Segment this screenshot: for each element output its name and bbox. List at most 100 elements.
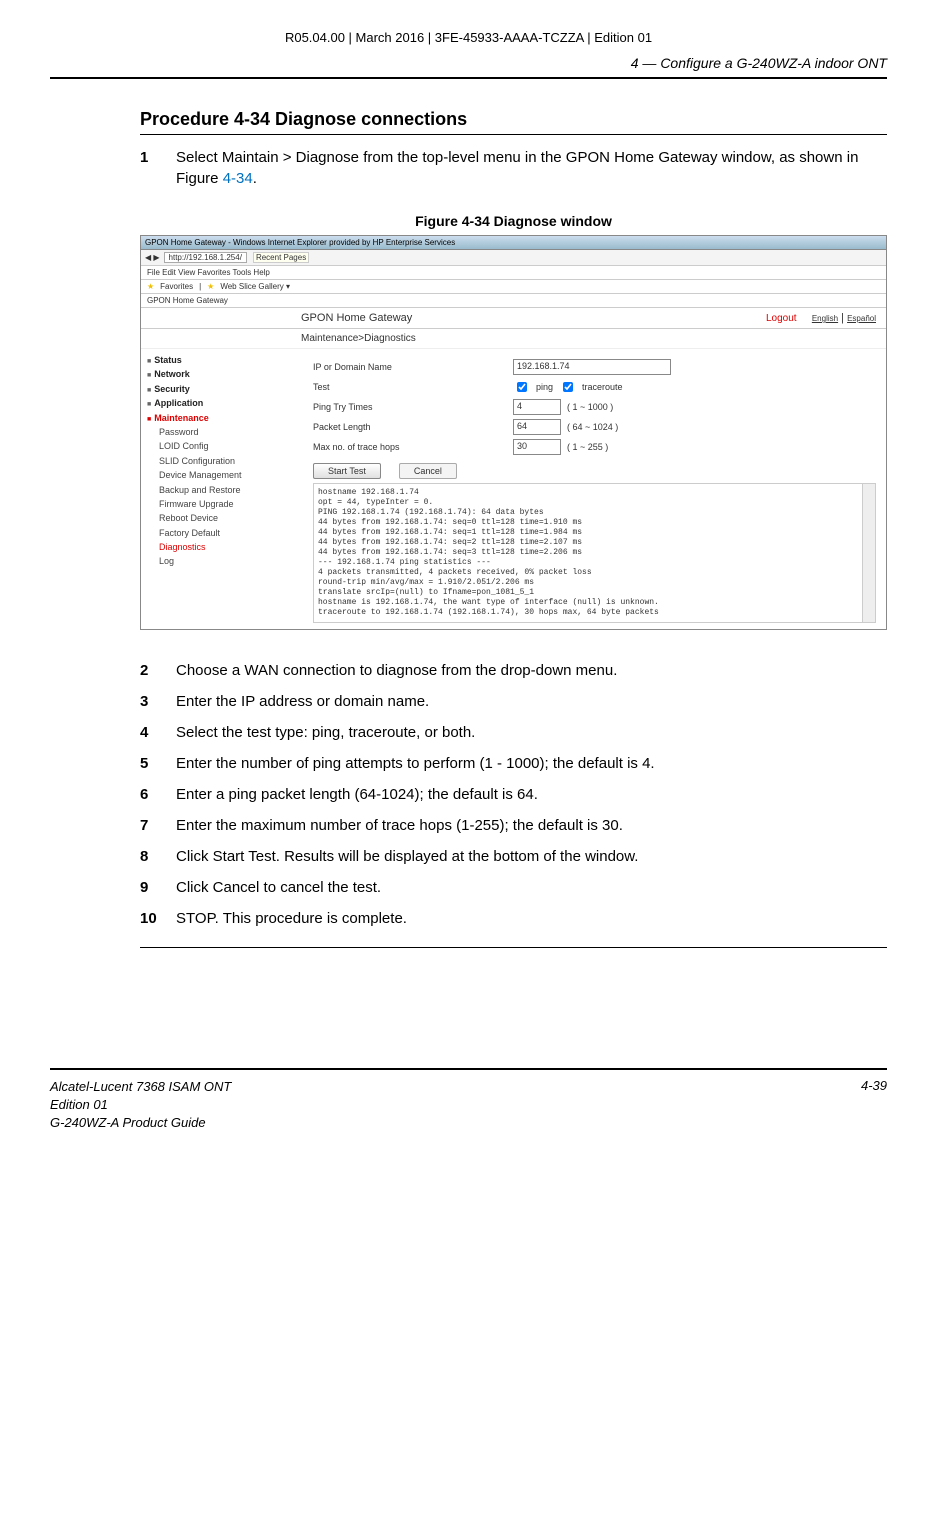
header-rule	[50, 77, 887, 79]
title-rule	[140, 134, 887, 135]
step-text: Enter the number of ping attempts to per…	[176, 753, 887, 774]
app-banner: GPON Home Gateway Logout English | Españ…	[141, 308, 886, 329]
results-pane: hostname 192.168.1.74 opt = 44, typeInte…	[313, 483, 876, 623]
diagnose-window-screenshot: GPON Home Gateway - Windows Internet Exp…	[140, 235, 887, 630]
step-number: 2	[140, 660, 176, 681]
step-4: 4Select the test type: ping, traceroute,…	[140, 722, 887, 743]
step-text: Click Start Test. Results will be displa…	[176, 846, 887, 867]
ip-input[interactable]: 192.168.1.74	[513, 359, 671, 375]
breadcrumb: Maintenance>Diagnostics	[141, 329, 886, 349]
hops-label: Max no. of trace hops	[313, 442, 513, 452]
logout-link[interactable]: Logout	[766, 313, 797, 324]
browser-menu[interactable]: File Edit View Favorites Tools Help	[141, 266, 886, 280]
test-label: Test	[313, 382, 513, 392]
cancel-button[interactable]: Cancel	[399, 463, 457, 479]
address-input[interactable]: http://192.168.1.254/	[164, 252, 247, 263]
sidebar-item-network[interactable]: Network	[147, 367, 297, 381]
step-7: 7Enter the maximum number of trace hops …	[140, 815, 887, 836]
step-10: 10STOP. This procedure is complete.	[140, 908, 887, 929]
sidebar-sub-diagnostics[interactable]: Diagnostics	[147, 540, 297, 554]
ping-checkbox[interactable]	[517, 382, 527, 392]
web-slice-gallery[interactable]: Web Slice Gallery ▾	[220, 282, 290, 291]
footer-line-2: Edition 01	[50, 1096, 231, 1114]
step-text: Enter the IP address or domain name.	[176, 691, 887, 712]
sidebar: Status Network Security Application Main…	[141, 349, 303, 629]
app-title: GPON Home Gateway	[301, 312, 412, 324]
tries-range: ( 1 ~ 1000 )	[567, 402, 613, 412]
step-number: 3	[140, 691, 176, 712]
figure-ref: 4-34	[223, 170, 253, 187]
start-test-button[interactable]: Start Test	[313, 463, 381, 479]
step-text: Enter a ping packet length (64-1024); th…	[176, 784, 887, 805]
results-text: hostname 192.168.1.74 opt = 44, typeInte…	[318, 488, 659, 617]
page-number: 4-39	[861, 1078, 887, 1133]
length-label: Packet Length	[313, 422, 513, 432]
sidebar-sub-password[interactable]: Password	[147, 425, 297, 439]
length-input[interactable]: 64	[513, 419, 561, 435]
step-1: 1 Select Maintain > Diagnose from the to…	[140, 147, 887, 189]
footer-line-3: G-240WZ-A Product Guide	[50, 1114, 231, 1132]
step-2: 2Choose a WAN connection to diagnose fro…	[140, 660, 887, 681]
scrollbar[interactable]	[862, 484, 875, 622]
sidebar-sub-device-mgmt[interactable]: Device Management	[147, 468, 297, 482]
doc-id-line: R05.04.00 | March 2016 | 3FE-45933-AAAA-…	[50, 30, 887, 45]
step-text: Select Maintain > Diagnose from the top-…	[176, 147, 887, 189]
length-range: ( 64 ~ 1024 )	[567, 422, 618, 432]
recent-pages[interactable]: Recent Pages	[253, 252, 309, 263]
sidebar-item-status[interactable]: Status	[147, 353, 297, 367]
step-number: 5	[140, 753, 176, 774]
nav-icons[interactable]: ◀ ▶	[145, 253, 160, 262]
main-panel: IP or Domain Name 192.168.1.74 Test ping…	[303, 349, 886, 629]
step-number: 10	[140, 908, 176, 929]
sidebar-item-security[interactable]: Security	[147, 382, 297, 396]
step-9: 9Click Cancel to cancel the test.	[140, 877, 887, 898]
star-icon: ★	[207, 282, 214, 291]
sidebar-item-maintenance[interactable]: Maintenance	[147, 411, 297, 425]
browser-tab[interactable]: GPON Home Gateway	[141, 294, 886, 308]
favorites-label[interactable]: Favorites	[160, 282, 193, 291]
sidebar-sub-reboot[interactable]: Reboot Device	[147, 511, 297, 525]
tries-label: Ping Try Times	[313, 402, 513, 412]
step-text: Select the test type: ping, traceroute, …	[176, 722, 887, 743]
favorites-bar: ★ Favorites | ★ Web Slice Gallery ▾	[141, 280, 886, 294]
step-number: 9	[140, 877, 176, 898]
ping-label: ping	[536, 382, 553, 392]
step-text-part: .	[253, 170, 257, 187]
step-3: 3Enter the IP address or domain name.	[140, 691, 887, 712]
sidebar-sub-slid[interactable]: SLID Configuration	[147, 454, 297, 468]
step-text-part: Select Maintain > Diagnose from the top-…	[176, 149, 858, 187]
sidebar-sub-backup[interactable]: Backup and Restore	[147, 483, 297, 497]
traceroute-checkbox[interactable]	[563, 382, 573, 392]
step-text: Choose a WAN connection to diagnose from…	[176, 660, 887, 681]
figure-caption: Figure 4-34 Diagnose window	[140, 213, 887, 229]
step-text: Click Cancel to cancel the test.	[176, 877, 887, 898]
step-6: 6Enter a ping packet length (64-1024); t…	[140, 784, 887, 805]
sidebar-sub-firmware[interactable]: Firmware Upgrade	[147, 497, 297, 511]
end-rule	[140, 947, 887, 948]
step-5: 5Enter the number of ping attempts to pe…	[140, 753, 887, 774]
sidebar-sub-loid[interactable]: LOID Config	[147, 439, 297, 453]
tries-input[interactable]: 4	[513, 399, 561, 415]
sidebar-sub-factory[interactable]: Factory Default	[147, 526, 297, 540]
star-icon: ★	[147, 282, 154, 291]
procedure-title: Procedure 4-34 Diagnose connections	[140, 109, 887, 130]
page-footer: Alcatel-Lucent 7368 ISAM ONT Edition 01 …	[50, 1068, 887, 1132]
hops-range: ( 1 ~ 255 )	[567, 442, 608, 452]
hops-input[interactable]: 30	[513, 439, 561, 455]
address-bar-row: ◀ ▶ http://192.168.1.254/ Recent Pages	[141, 250, 886, 266]
lang-english[interactable]: English	[812, 314, 838, 323]
sidebar-item-application[interactable]: Application	[147, 396, 297, 410]
sidebar-sub-log[interactable]: Log	[147, 554, 297, 568]
step-text: STOP. This procedure is complete.	[176, 908, 887, 929]
chapter-title: 4 — Configure a G-240WZ-A indoor ONT	[50, 55, 887, 75]
ip-label: IP or Domain Name	[313, 362, 513, 372]
step-number: 7	[140, 815, 176, 836]
step-number: 8	[140, 846, 176, 867]
lang-espanol[interactable]: Español	[847, 314, 876, 323]
step-text: Enter the maximum number of trace hops (…	[176, 815, 887, 836]
footer-line-1: Alcatel-Lucent 7368 ISAM ONT	[50, 1078, 231, 1096]
step-number: 6	[140, 784, 176, 805]
traceroute-label: traceroute	[582, 382, 623, 392]
step-number: 4	[140, 722, 176, 743]
step-number: 1	[140, 147, 176, 189]
